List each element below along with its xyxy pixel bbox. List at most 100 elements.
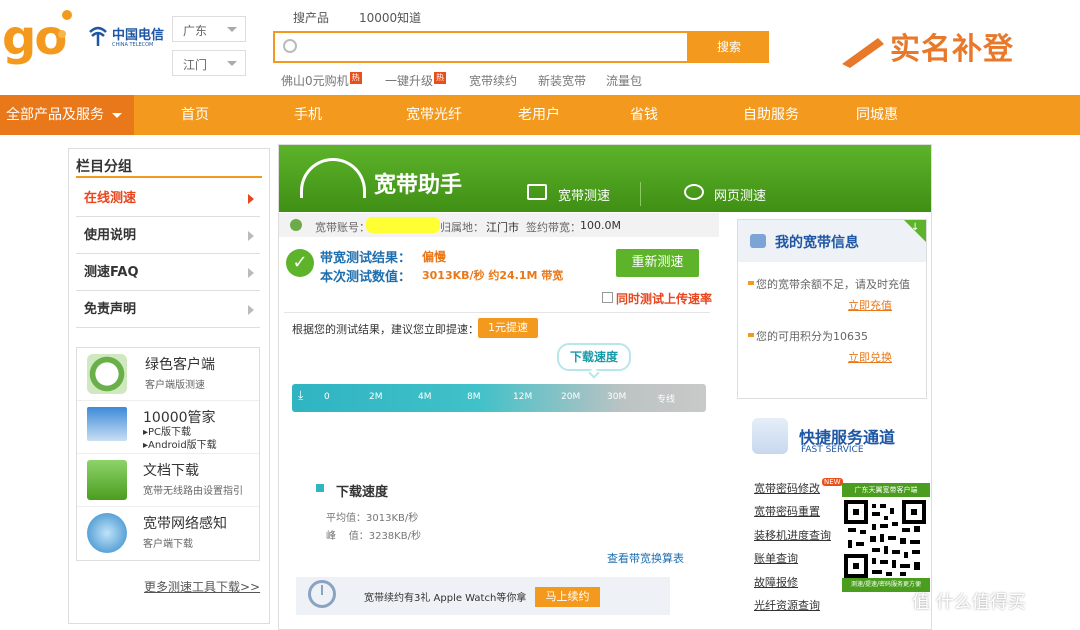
tool-title: 绿色客户端: [145, 357, 215, 373]
upload-test-checkbox[interactable]: [602, 292, 613, 303]
sidebar-item-label: 免责声明: [84, 302, 137, 317]
chevron-down-icon: [112, 112, 122, 118]
hot-link[interactable]: 宽带续约: [469, 72, 517, 89]
nav-local-deals[interactable]: 同城惠: [847, 95, 907, 135]
scale-tick: 0: [324, 392, 330, 402]
hot-badge: 热: [349, 72, 362, 84]
scale-tick: 12M: [513, 392, 533, 402]
fast-service-en: FAST SERVICE: [801, 445, 864, 455]
sidebar-item-usage[interactable]: 使用说明: [76, 218, 260, 254]
measure-value: 3013KB/秒 约24.1M 带宽: [422, 269, 564, 282]
chevron-right-icon: [248, 305, 254, 315]
avg-speed: 平均值：3013KB/秒: [326, 513, 419, 524]
bandwidth-table-link[interactable]: 查看带宽换算表: [607, 550, 684, 566]
region-label: 归属地：: [440, 221, 484, 234]
city-select[interactable]: 江门: [172, 50, 246, 76]
new-badge: NEW: [822, 478, 843, 486]
service-link-password-change[interactable]: 宽带密码修改: [754, 480, 820, 496]
speed-scale-bar: [292, 384, 706, 412]
chevron-right-icon: [248, 268, 254, 278]
redeem-link[interactable]: 立即兑换: [848, 349, 892, 365]
nav-save[interactable]: 省钱: [614, 95, 674, 135]
hot-badge: 热: [434, 72, 447, 84]
suggest-text: 根据您的测试结果，建议您立即提速：: [292, 323, 479, 336]
tool-sub: 客户端下载: [143, 539, 193, 550]
globe-icon: [87, 513, 127, 553]
scale-tick: 30M: [607, 392, 627, 402]
points-notice: 您的可用积分为10635: [756, 330, 868, 343]
province-select[interactable]: 广东: [172, 16, 246, 42]
hot-link[interactable]: 佛山0元购机热: [281, 72, 362, 89]
recharge-link[interactable]: 立即充值: [848, 297, 892, 313]
bullet: [748, 281, 754, 285]
10000-know-link[interactable]: 10000知道: [359, 9, 421, 26]
hot-link-label: 一键升级: [385, 74, 434, 88]
speedup-button[interactable]: 1元提速: [478, 318, 538, 338]
service-link-bill[interactable]: 账单查询: [754, 550, 798, 566]
all-products-label: 全部产品及服务: [6, 107, 104, 123]
clock-hand: [321, 585, 323, 595]
china-telecom-logo-icon: [89, 26, 107, 46]
divider: [76, 176, 262, 178]
nav-self-service[interactable]: 自助服务: [735, 95, 807, 135]
sidebar-item-faq[interactable]: 测速FAQ: [76, 255, 260, 291]
service-link-fiber[interactable]: 光纤资源查询: [754, 597, 820, 613]
tool-doc-download[interactable]: 文档下载 宽带无线路由设置指引: [77, 454, 259, 507]
hot-link[interactable]: 新装宽带: [538, 72, 586, 89]
account-label: 宽带账号：: [315, 221, 370, 234]
download-icon: ⤓: [298, 388, 304, 402]
tool-network-sense[interactable]: 宽带网络感知 客户端下载: [77, 507, 259, 560]
tool-green-client[interactable]: 绿色客户端 客户端版测速: [77, 348, 259, 401]
balance-notice: 您的宽带余额不足，请及时充值: [756, 278, 910, 291]
service-link-password-reset[interactable]: 宽带密码重置: [754, 503, 820, 519]
more-tools-link[interactable]: 更多测速工具下载>>: [144, 578, 260, 595]
panel-title: 宽带助手: [374, 173, 463, 198]
app-window-icon: [87, 407, 127, 441]
tool-sub: 客户端版测速: [145, 380, 205, 391]
sidebar-item-label: 测速FAQ: [84, 265, 139, 280]
info-title: 我的宽带信息: [775, 235, 859, 251]
tab-web-speedtest[interactable]: 网页测速: [714, 185, 766, 204]
province-value: 广东: [183, 24, 208, 38]
search-input[interactable]: [273, 31, 689, 63]
android-download-link[interactable]: ▸Android版下载: [143, 436, 217, 451]
scale-tick: 2M: [369, 392, 383, 402]
hot-link-label: 佛山0元购机: [281, 74, 349, 88]
service-link-repair[interactable]: 故障报修: [754, 574, 798, 590]
site-logo[interactable]: go: [2, 8, 67, 68]
sidebar-item-label: 使用说明: [84, 228, 137, 243]
sidebar-item-online-speedtest[interactable]: 在线测速: [76, 181, 260, 217]
search-products-link[interactable]: 搜产品: [293, 9, 329, 26]
nav-home[interactable]: 首页: [165, 95, 225, 135]
nav-old-users[interactable]: 老用户: [509, 95, 569, 135]
sidebar-item-disclaimer[interactable]: 免责声明: [76, 292, 260, 328]
tool-sub: 宽带无线路由设置指引: [143, 486, 243, 497]
nav-phone[interactable]: 手机: [278, 95, 338, 135]
all-products-menu[interactable]: 全部产品及服务: [0, 95, 134, 135]
tool-title: 文档下载: [143, 463, 199, 479]
tool-10000-manager[interactable]: 10000管家 ▸PC版下载 ▸Android版下载: [77, 401, 259, 454]
result-value: 偏慢: [422, 250, 447, 264]
signed-value: 100.0M: [580, 219, 621, 232]
hot-link[interactable]: 一键升级热: [385, 72, 447, 89]
carrier-en: CHINA TELECOM: [112, 42, 154, 48]
pen-icon: [842, 38, 884, 68]
folder-download-icon: [87, 460, 127, 500]
search-icon: [283, 39, 297, 53]
search-button[interactable]: 搜索: [689, 31, 769, 63]
banner-text: 实名补登: [890, 32, 1014, 67]
retest-button[interactable]: 重新测速: [616, 249, 699, 277]
service-link-install-progress[interactable]: 装移机进度查询: [754, 527, 831, 543]
tab-broadband-speedtest[interactable]: 宽带测速: [558, 185, 610, 204]
hot-link[interactable]: 流量包: [606, 72, 642, 89]
renew-button[interactable]: 马上续约: [535, 587, 600, 607]
result-label: 带宽测试结果：: [320, 251, 412, 266]
nav-broadband[interactable]: 宽带光纤: [398, 95, 470, 135]
user-icon: [290, 219, 302, 231]
scale-tick: 4M: [418, 392, 432, 402]
qr-code-icon[interactable]: [844, 500, 926, 578]
scale-tick: 20M: [561, 392, 581, 402]
legend-marker: [316, 484, 324, 492]
chevron-down-icon: [227, 27, 237, 32]
upload-test-label[interactable]: 同时测试上传速率: [616, 290, 712, 307]
